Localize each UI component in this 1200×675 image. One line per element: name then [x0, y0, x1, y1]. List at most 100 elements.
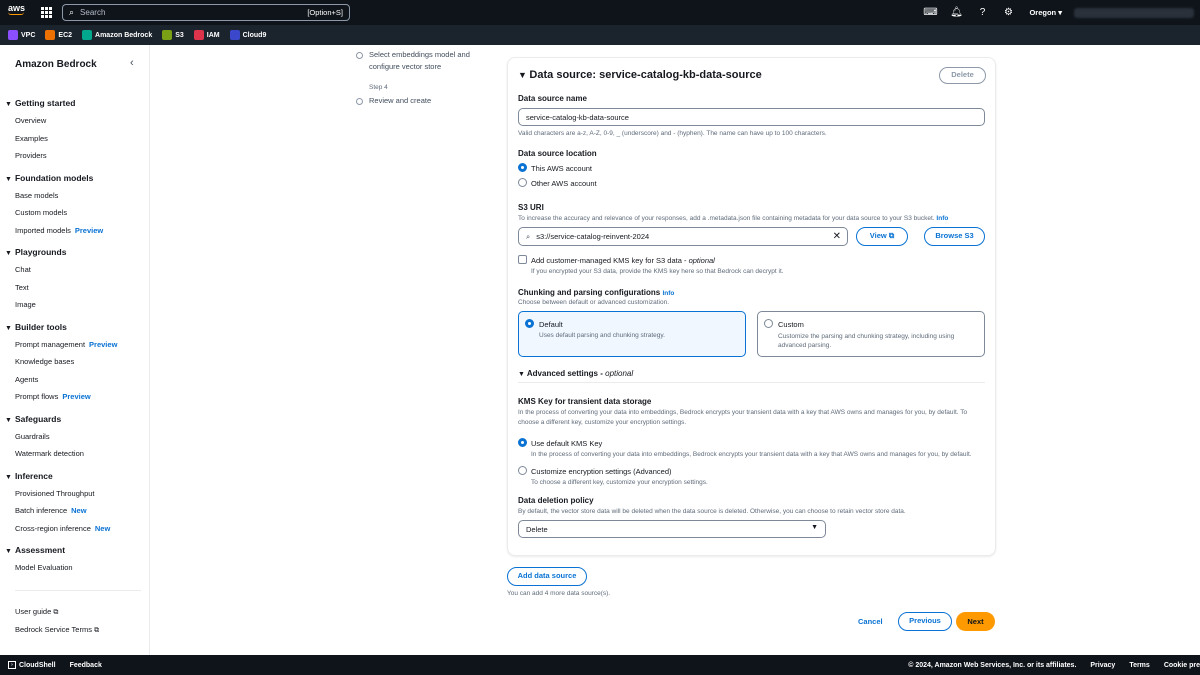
- aws-logo[interactable]: aws: [8, 4, 28, 15]
- add-data-source-button[interactable]: Add data source: [507, 567, 587, 586]
- sidebar-item-imported-models[interactable]: Imported models Preview: [15, 226, 103, 235]
- kms-checkbox[interactable]: [518, 255, 527, 264]
- status-badge: Preview: [89, 339, 118, 349]
- feedback-link[interactable]: Feedback: [70, 662, 102, 669]
- terms-link[interactable]: Terms: [1129, 662, 1150, 669]
- account-menu[interactable]: [1074, 7, 1194, 18]
- step-4-label[interactable]: Review and create: [369, 96, 431, 105]
- caret-down-icon: ▼: [5, 416, 12, 424]
- previous-button[interactable]: Previous: [898, 612, 952, 631]
- sidebar-item-overview[interactable]: Overview: [15, 116, 46, 125]
- caret-down-icon: ▼: [811, 524, 818, 531]
- cookie-link[interactable]: Cookie pre: [1164, 662, 1200, 669]
- favorite-amazon-bedrock[interactable]: Amazon Bedrock: [82, 30, 152, 40]
- sidebar-section-getting-started[interactable]: ▼ Getting started: [5, 98, 75, 108]
- cloudshell-icon[interactable]: ⌨: [917, 7, 943, 18]
- sidebar-section-safeguards[interactable]: ▼ Safeguards: [5, 414, 61, 424]
- sidebar-section-inference[interactable]: ▼ Inference: [5, 471, 53, 481]
- favorite-s3[interactable]: S3: [162, 30, 184, 40]
- sidebar-item-text[interactable]: Text: [15, 283, 29, 292]
- sidebar-item-model-evaluation[interactable]: Model Evaluation: [15, 563, 73, 572]
- next-button[interactable]: Next: [956, 612, 995, 631]
- radio-default-kms[interactable]: [518, 438, 527, 447]
- name-input[interactable]: service-catalog-kb-data-source: [518, 108, 985, 126]
- delete-button[interactable]: Delete: [939, 67, 986, 84]
- custom-desc: Customize the parsing and chunking strat…: [778, 333, 955, 349]
- privacy-link[interactable]: Privacy: [1090, 662, 1115, 669]
- search-input[interactable]: ⌕ Search [Option+S]: [62, 4, 350, 21]
- sidebar-item-examples[interactable]: Examples: [15, 134, 48, 143]
- sidebar-item-custom-models[interactable]: Custom models: [15, 208, 67, 217]
- step-circle-icon: [356, 98, 363, 105]
- s3-uri-label: S3 URI: [518, 203, 544, 212]
- favorite-label: VPC: [21, 31, 36, 39]
- gear-icon[interactable]: ⚙: [995, 7, 1021, 18]
- kms-checkbox-hint: If you encrypted your S3 data, provide t…: [531, 268, 784, 275]
- sidebar-item-knowledge-bases[interactable]: Knowledge bases: [15, 357, 74, 366]
- sidebar-item-agents[interactable]: Agents: [15, 375, 38, 384]
- services-grid-icon[interactable]: [41, 7, 52, 18]
- radio-other-account[interactable]: [518, 178, 527, 187]
- panel-title[interactable]: ▼ Data source: service-catalog-kb-data-s…: [518, 69, 762, 81]
- sidebar-item-provisioned-throughput[interactable]: Provisioned Throughput: [15, 489, 95, 498]
- sidebar: Amazon Bedrock ‹ User guide ⧉ Bedrock Se…: [0, 45, 150, 655]
- cloudshell-link[interactable]: CloudShell: [19, 662, 56, 669]
- default-tile[interactable]: Default Uses default parsing and chunkin…: [518, 311, 746, 357]
- sidebar-section-assessment[interactable]: ▼ Assessment: [5, 545, 65, 555]
- sidebar-item-batch-inference[interactable]: Batch inference New: [15, 506, 87, 515]
- sidebar-item-guardrails[interactable]: Guardrails: [15, 432, 50, 441]
- radio-this-account[interactable]: [518, 163, 527, 172]
- radio-custom-encryption[interactable]: [518, 466, 527, 475]
- service-icon: [193, 30, 204, 40]
- radio-default[interactable]: [525, 319, 534, 328]
- info-link[interactable]: Info: [936, 215, 948, 222]
- sidebar-item-base-models[interactable]: Base models: [15, 191, 58, 200]
- service-icon: [8, 30, 18, 40]
- view-button[interactable]: View ⧉: [856, 227, 908, 246]
- name-hint: Valid characters are a-z, A-Z, 0-9, _ (u…: [518, 130, 827, 137]
- step-4-number: Step 4: [369, 84, 388, 91]
- favorite-iam[interactable]: IAM: [193, 30, 220, 40]
- sidebar-item-cross-region-inference[interactable]: Cross-region inference New: [15, 524, 110, 533]
- bell-icon[interactable]: 🔔︎: [943, 7, 969, 18]
- sidebar-section-playgrounds[interactable]: ▼ Playgrounds: [5, 247, 66, 257]
- step-3-label[interactable]: Select embeddings model and configure ve…: [369, 49, 484, 73]
- location-label: Data source location: [518, 149, 597, 158]
- clear-icon[interactable]: ✕: [833, 231, 841, 242]
- sidebar-item-chat[interactable]: Chat: [15, 265, 31, 274]
- favorite-ec2[interactable]: EC2: [45, 30, 72, 40]
- info-link[interactable]: Info: [662, 290, 674, 297]
- favorite-cloud9[interactable]: Cloud9: [229, 30, 266, 40]
- sidebar-item-service-terms[interactable]: Bedrock Service Terms ⧉: [15, 625, 99, 635]
- custom-tile[interactable]: Custom Customize the parsing and chunkin…: [757, 311, 985, 357]
- favorite-label: Amazon Bedrock: [95, 31, 153, 39]
- browse-s3-button[interactable]: Browse S3: [924, 227, 985, 246]
- sidebar-title[interactable]: Amazon Bedrock: [15, 59, 97, 70]
- external-link-icon: ⧉: [94, 627, 100, 634]
- region-selector[interactable]: Oregon ▾: [1029, 8, 1062, 17]
- sidebar-item-image[interactable]: Image: [15, 300, 36, 309]
- favorite-vpc[interactable]: VPC: [8, 30, 35, 40]
- collapse-icon[interactable]: ‹: [130, 57, 134, 69]
- kms-checkbox-label: Add customer-managed KMS key for S3 data…: [531, 256, 715, 265]
- custom-title: Custom: [778, 320, 804, 329]
- sidebar-item-user-guide[interactable]: User guide ⧉: [15, 607, 58, 617]
- sidebar-item-watermark-detection[interactable]: Watermark detection: [15, 449, 84, 458]
- s3-uri-input[interactable]: ⌕ s3://service-catalog-reinvent-2024 ✕: [518, 227, 848, 246]
- chunking-label: Chunking and parsing configurations Info: [518, 288, 675, 297]
- sidebar-item-prompt-flows[interactable]: Prompt flows Preview: [15, 392, 91, 401]
- advanced-settings-toggle[interactable]: ▼ Advanced settings - optional: [518, 369, 633, 378]
- caret-down-icon: ▼: [5, 250, 12, 257]
- sidebar-item-providers[interactable]: Providers: [15, 151, 47, 160]
- service-icon: [82, 30, 93, 40]
- deletion-policy-select[interactable]: Delete ▼: [518, 520, 826, 538]
- sidebar-section-foundation-models[interactable]: ▼ Foundation models: [5, 173, 93, 183]
- sidebar-item-prompt-management[interactable]: Prompt management Preview: [15, 340, 117, 349]
- help-icon[interactable]: ?: [969, 7, 995, 18]
- service-icon: [45, 30, 56, 40]
- sidebar-section-builder-tools[interactable]: ▼ Builder tools: [5, 322, 67, 332]
- cancel-button[interactable]: Cancel: [858, 617, 883, 626]
- radio-custom[interactable]: [764, 319, 773, 328]
- caret-down-icon: ▼: [5, 101, 12, 108]
- default-desc: Uses default parsing and chunking strate…: [539, 332, 665, 339]
